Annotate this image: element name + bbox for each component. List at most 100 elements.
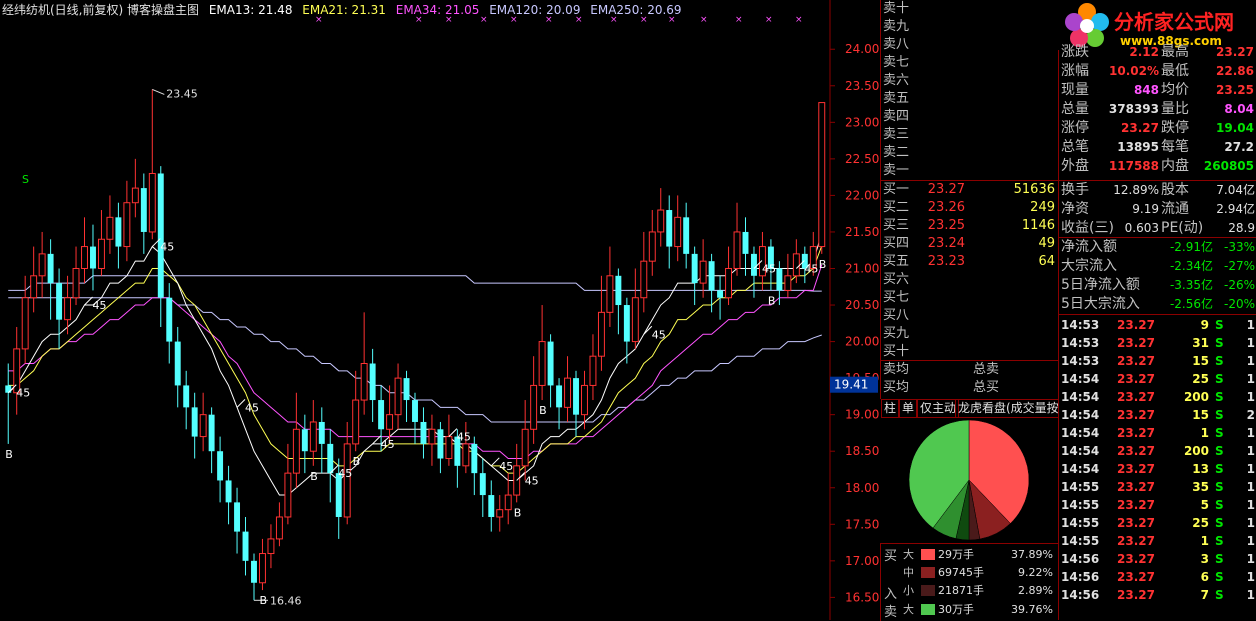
chart-canvas[interactable]: 24.00 23.50 23.00 22.50 22.00 21.50 21.00 20.50… [0, 0, 880, 620]
tick-row[interactable]: 14:54 23.27 25 S 1 [1059, 370, 1256, 388]
ema120-label: EMA120: 20.09 [489, 3, 581, 17]
candle-body [242, 531, 249, 561]
signal-45-line [372, 435, 381, 445]
tick-count: 1 [1246, 498, 1255, 512]
buy-signal-label: B [310, 470, 318, 483]
chart-title: 经纬纺机(日线,前复权) 博客操盘主图 [2, 3, 199, 17]
ask-row[interactable]: 卖五 [881, 90, 1059, 108]
capital-flow-percent: -20% [1223, 297, 1255, 311]
tick-count: 1 [1246, 390, 1255, 404]
candle-body [106, 216, 114, 240]
tick-row[interactable]: 14:55 23.27 35 S 1 [1059, 478, 1256, 496]
tick-price: 23.27 [1117, 480, 1155, 494]
bid-row[interactable]: 买一 23.27 51636 [881, 181, 1059, 199]
capital-flow-value: -3.35亿 [1169, 278, 1213, 292]
ask-row[interactable]: 卖二 [881, 144, 1059, 162]
bid-row[interactable]: 买五 23.23 64 [881, 253, 1059, 271]
bid-row[interactable]: 买八 [881, 307, 1059, 325]
tick-row[interactable]: 14:56 23.27 6 S 1 [1059, 568, 1256, 586]
candlestick-chart[interactable]: 24.00 23.50 23.00 22.50 22.00 21.50 21.00 20.50… [0, 0, 880, 620]
bid-row[interactable]: 买三 23.25 1146 [881, 217, 1059, 235]
tick-time: 14:54 [1061, 462, 1100, 476]
tick-price: 23.27 [1117, 372, 1155, 386]
tick-volume: 25 [1192, 516, 1209, 530]
candle-body [208, 414, 215, 452]
tick-row[interactable]: 14:56 23.27 7 S 1 [1059, 586, 1256, 604]
bid-row[interactable]: 买七 [881, 289, 1059, 307]
tab-active-only[interactable]: 仅主动 [917, 399, 960, 418]
bid-row[interactable]: 买四 23.24 49 [881, 235, 1059, 253]
tick-volume: 31 [1192, 336, 1209, 350]
fund-value: 9.19 [1132, 202, 1159, 216]
flow-color-swatch [921, 604, 935, 615]
quote-row: 涨停 23.27 跌停 19.04 [1059, 119, 1256, 138]
tick-row[interactable]: 14:55 23.27 25 S 1 [1059, 514, 1256, 532]
capital-flow-percent: -27% [1223, 259, 1255, 273]
quote-row: 现量 848 均价 23.25 [1059, 81, 1256, 100]
ask-row[interactable]: 卖十 [881, 0, 1059, 18]
tab-bar-chart[interactable]: 柱 [881, 399, 900, 418]
tick-time: 14:54 [1061, 426, 1100, 440]
tick-row[interactable]: 14:54 23.27 15 S 2 [1059, 406, 1256, 424]
tick-list-panel[interactable]: 14:53 23.27 9 S 1 14:53 23.27 31 S 1 14:53 23.27 15 S… [1058, 315, 1256, 620]
ask-row[interactable]: 卖八 [881, 36, 1059, 54]
ask-row[interactable]: 卖六 [881, 72, 1059, 90]
tick-count: 1 [1246, 354, 1255, 368]
quote-panel: 涨跌 2.12 最高 23.27 涨幅 10.02% 最低 22.86 现量 848 均价 23.25… [1058, 44, 1256, 180]
candle-body [183, 385, 190, 408]
capital-flow-panel: 净流入额 -2.91亿 -33% 大宗流入 -2.34亿 -27% 5日净流入额 -3.35亿… [1058, 238, 1256, 314]
tick-count: 1 [1246, 336, 1255, 350]
tick-volume: 9 [1200, 318, 1209, 332]
quote-value: 8.04 [1224, 102, 1254, 116]
tick-row[interactable]: 14:53 23.27 15 S 1 [1059, 352, 1256, 370]
bid-row[interactable]: 买十 [881, 343, 1059, 361]
flow-row: 大 30万手 39.76% [881, 601, 1059, 618]
quote-value: 27.2 [1224, 140, 1254, 154]
tick-volume: 1 [1200, 534, 1209, 548]
tick-row[interactable]: 14:55 23.27 1 S 1 [1059, 532, 1256, 550]
ask-row[interactable]: 卖七 [881, 54, 1059, 72]
signal-45-line [490, 457, 500, 467]
fundamental-row: 收益(三) 0.603 PE(动) 28.9 [1059, 219, 1256, 238]
bid-row[interactable]: 买六 [881, 271, 1059, 289]
quote-value: 23.25 [1216, 83, 1254, 97]
tick-row[interactable]: 14:55 23.27 5 S 1 [1059, 496, 1256, 514]
bid-row[interactable]: 买二 23.26 249 [881, 199, 1059, 217]
bid-level-label: 买一 [883, 182, 910, 197]
candle-body [191, 407, 198, 437]
capital-flow-row: 5日大宗流入 -2.56亿 -20% [1059, 295, 1256, 314]
candle-body [699, 260, 707, 284]
quote-label: 现量 [1061, 82, 1089, 98]
ask-row[interactable]: 卖一 [881, 162, 1059, 180]
tab-dragon-tiger[interactable]: 龙虎看盘(成交量按 [955, 399, 1060, 418]
ask-row[interactable]: 卖四 [881, 108, 1059, 126]
sell-signal-label: S [22, 173, 29, 186]
candle-body [258, 553, 266, 584]
tick-row[interactable]: 14:53 23.27 9 S 1 [1059, 316, 1256, 334]
quote-value: 2.12 [1129, 45, 1159, 59]
tab-single[interactable]: 单 [899, 399, 918, 418]
tick-row[interactable]: 14:53 23.27 31 S 1 [1059, 334, 1256, 352]
bid-level-label: 买十 [883, 344, 910, 359]
tick-row[interactable]: 14:54 23.27 1 S 1 [1059, 424, 1256, 442]
tick-row[interactable]: 14:54 23.27 200 S 1 [1059, 388, 1256, 406]
fundamental-row: 换手 12.89% 股本 7.04亿 [1059, 181, 1256, 200]
bid-row[interactable]: 买九 [881, 325, 1059, 343]
bid-price: 23.25 [927, 218, 965, 233]
candle-body [148, 172, 156, 233]
tick-price: 23.27 [1117, 552, 1155, 566]
bid-level-label: 买六 [883, 272, 910, 287]
ask-row[interactable]: 卖九 [881, 18, 1059, 36]
tick-volume: 5 [1200, 498, 1209, 512]
candle-body [648, 231, 656, 262]
candle-body [90, 246, 96, 269]
tick-row[interactable]: 14:54 23.27 200 S 1 [1059, 442, 1256, 460]
ask-row[interactable]: 卖三 [881, 126, 1059, 144]
price-tick-label: 17.00 [845, 554, 879, 568]
tick-volume: 1 [1200, 426, 1209, 440]
tick-row[interactable]: 14:56 23.27 3 S 1 [1059, 550, 1256, 568]
quote-label: 均价 [1161, 82, 1189, 98]
tick-row[interactable]: 14:54 23.27 13 S 1 [1059, 460, 1256, 478]
bid-level-label: 买九 [883, 326, 910, 341]
fundamental-row: 净资 9.19 流通 2.94亿 [1059, 200, 1256, 219]
